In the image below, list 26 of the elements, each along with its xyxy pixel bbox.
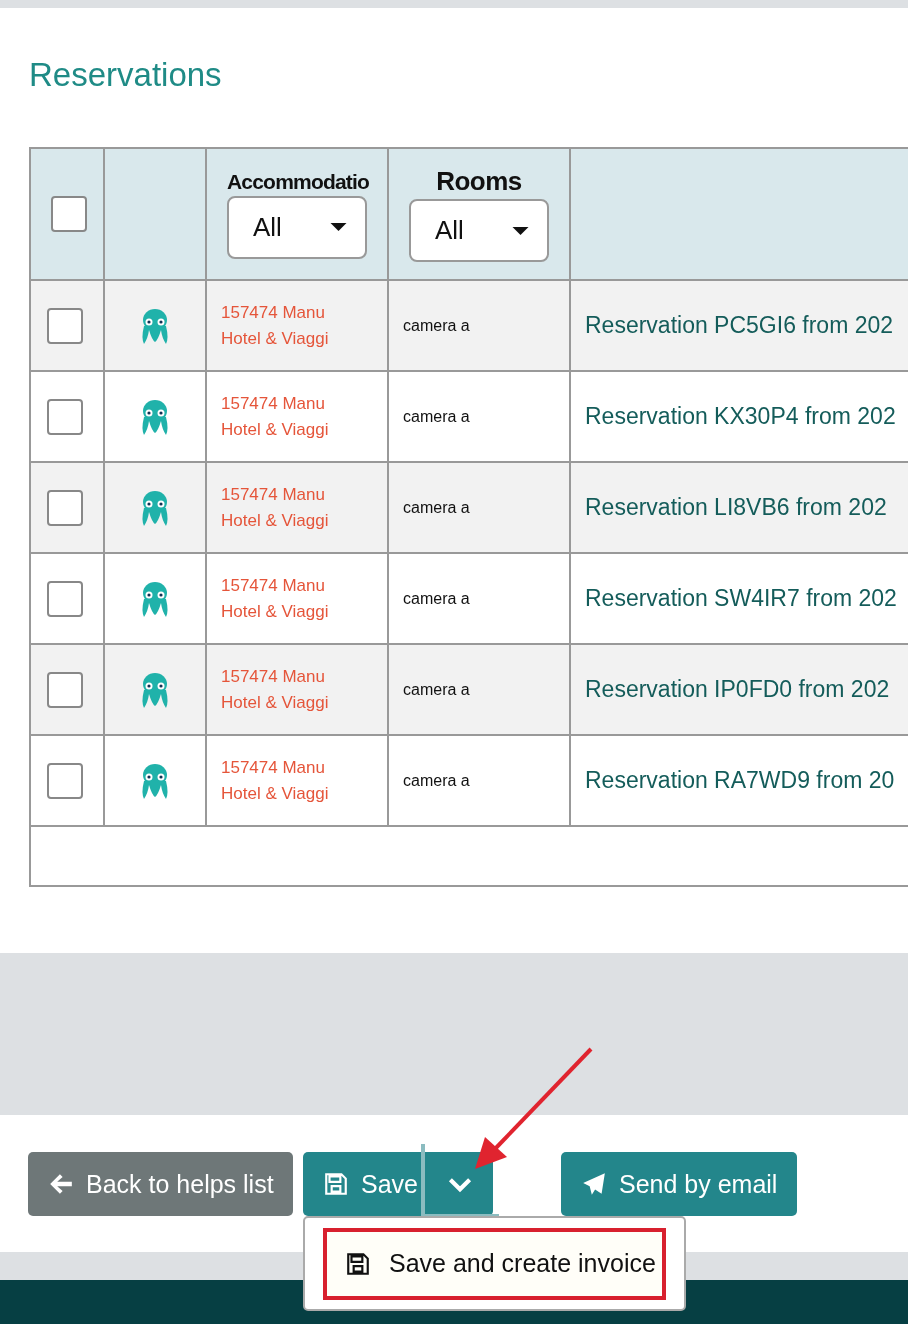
column-header: Accommodatio (227, 169, 371, 194)
menu-item[interactable]: Save and create invoice (323, 1227, 666, 1300)
checkbox[interactable] (47, 398, 83, 435)
back-button[interactable]: Back to helps list (28, 1152, 293, 1216)
filter-dropdown[interactable]: All (227, 195, 367, 259)
room-name: camera a (402, 589, 470, 607)
room-name: camera a (402, 316, 470, 334)
filter-dropdown[interactable]: All (409, 199, 549, 262)
email-button[interactable]: Send by email (561, 1152, 797, 1216)
save-button[interactable]: Save (303, 1152, 493, 1216)
room-name: camera a (402, 680, 470, 698)
caret-icon (330, 222, 347, 232)
page-title: Reservations (29, 55, 223, 95)
dropdown-toggle[interactable] (421, 1144, 499, 1216)
checkbox[interactable] (51, 196, 87, 232)
checkbox[interactable] (47, 489, 83, 526)
checkbox[interactable] (47, 307, 83, 344)
room-name: camera a (402, 771, 470, 789)
checkbox[interactable] (47, 580, 83, 617)
paper-plane-icon (581, 1171, 607, 1197)
caret-icon (512, 225, 529, 236)
column-header: Rooms (435, 166, 523, 197)
room-name: camera a (402, 498, 470, 516)
checkbox[interactable] (47, 671, 83, 708)
room-name: camera a (402, 407, 470, 425)
checkbox[interactable] (47, 762, 83, 799)
